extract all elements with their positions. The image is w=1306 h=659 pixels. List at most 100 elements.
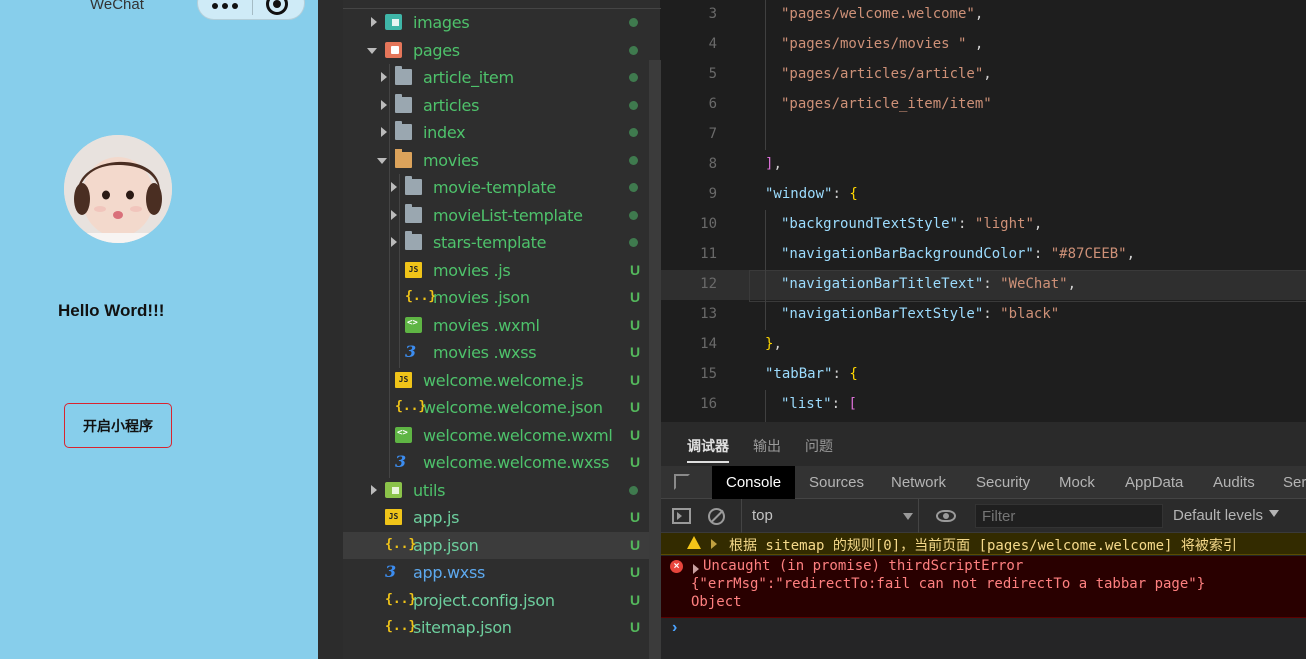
- git-untracked-badge: U: [630, 261, 641, 278]
- clear-console-icon[interactable]: [708, 508, 725, 525]
- tree-item-label: welcome.welcome.js: [423, 370, 584, 390]
- error-detail: {"errMsg":"redirectTo:fail can not redir…: [691, 576, 1206, 592]
- code-line[interactable]: 13 "navigationBarTextStyle": "black": [661, 300, 1306, 330]
- tree-item[interactable]: 3 app.wxss U: [343, 559, 649, 586]
- tab-security-overflow[interactable]: Ser: [1283, 466, 1306, 499]
- chevron-down-icon: [1269, 510, 1280, 517]
- console-error[interactable]: × Uncaught (in promise) thirdScriptError…: [661, 556, 1306, 618]
- capsule-menu[interactable]: [197, 0, 305, 20]
- inspect-element-icon[interactable]: [674, 474, 690, 490]
- code-line[interactable]: 7: [661, 120, 1306, 150]
- git-untracked-badge: U: [630, 509, 641, 525]
- tree-item[interactable]: JS app.js U: [343, 504, 649, 531]
- code-line[interactable]: 10 "backgroundTextStyle": "light",: [661, 210, 1306, 240]
- js-file-icon: JS: [395, 371, 412, 388]
- code-line[interactable]: 11 "navigationBarBackgroundColor": "#87CE…: [661, 240, 1306, 270]
- tree-item[interactable]: images: [343, 9, 649, 36]
- chevron-right-icon[interactable]: [371, 17, 377, 27]
- tree-item-label: pages: [413, 40, 460, 60]
- line-number: 15: [700, 366, 717, 382]
- tab-sources[interactable]: Sources: [809, 466, 864, 499]
- close-miniprogram-icon[interactable]: [266, 0, 288, 15]
- tree-item-label: welcome.welcome.wxss: [423, 453, 610, 472]
- js-file-icon: JS: [385, 509, 402, 525]
- tree-item-label: movie-template: [433, 178, 556, 197]
- tree-item-label: welcome.welcome.wxml: [423, 425, 613, 445]
- context-selector[interactable]: top: [741, 499, 919, 533]
- tab-security[interactable]: Security: [976, 466, 1030, 499]
- tab-appdata[interactable]: AppData: [1125, 466, 1183, 499]
- json-file-icon: {..}: [405, 289, 437, 304]
- live-expression-eye-icon[interactable]: [936, 510, 956, 522]
- console-filter-input[interactable]: [975, 504, 1163, 528]
- code-text: "pages/articles/article",: [781, 66, 992, 82]
- open-miniprogram-button[interactable]: 开启小程序: [64, 403, 172, 448]
- tree-item[interactable]: {..} app.json U: [343, 531, 649, 559]
- error-object[interactable]: Object: [691, 594, 742, 610]
- tab-output[interactable]: 输出: [753, 436, 781, 456]
- json-file-icon: {..}: [385, 536, 417, 552]
- git-untracked-badge: U: [630, 371, 641, 388]
- line-number: 14: [700, 336, 717, 352]
- chevron-right-icon[interactable]: [391, 209, 397, 220]
- explorer-scrollbar[interactable]: [649, 60, 661, 659]
- chevron-down-icon[interactable]: [377, 157, 387, 164]
- git-untracked-badge: U: [630, 426, 641, 443]
- console-prompt[interactable]: ›: [672, 619, 677, 637]
- expand-arrow-icon[interactable]: [711, 539, 717, 549]
- more-icon[interactable]: [212, 3, 238, 9]
- tab-problems[interactable]: 问题: [805, 436, 833, 456]
- tree-item-label: articles: [423, 95, 480, 115]
- chevron-right-icon[interactable]: [391, 182, 397, 192]
- pages-folder-icon: [385, 41, 402, 58]
- line-number: 10: [700, 216, 717, 232]
- panel-gutter: [318, 0, 343, 659]
- tree-item[interactable]: pages: [343, 37, 649, 64]
- chevron-right-icon[interactable]: [381, 72, 387, 82]
- tree-item[interactable]: {..} sitemap.json U: [343, 614, 649, 641]
- code-line[interactable]: 8],: [661, 150, 1306, 180]
- code-text: "tabBar": {: [765, 366, 858, 382]
- devtools-tabbar: Console Sources Network Security Mock Ap…: [661, 466, 1306, 499]
- git-untracked-badge: U: [630, 564, 641, 580]
- code-line[interactable]: 12 "navigationBarTitleText": "WeChat",: [661, 270, 1306, 302]
- tree-item-label: index: [423, 123, 466, 142]
- chevron-right-icon[interactable]: [391, 237, 397, 247]
- expand-arrow-icon[interactable]: [693, 564, 699, 574]
- folder-icon: [395, 121, 412, 140]
- tab-audits[interactable]: Audits: [1213, 466, 1255, 499]
- code-line[interactable]: 15 "tabBar": {: [661, 360, 1306, 390]
- git-untracked-badge: U: [630, 399, 641, 415]
- chevron-down-icon[interactable]: [367, 47, 377, 54]
- code-line[interactable]: 4 "pages/movies/movies " ,: [661, 30, 1306, 60]
- tree-item-label: app.js: [413, 508, 460, 527]
- chevron-right-icon[interactable]: [381, 127, 387, 137]
- tree-item[interactable]: {..} project.config.json U: [343, 587, 649, 614]
- capsule-divider: [252, 0, 253, 15]
- log-levels-dropdown[interactable]: Default levels: [1173, 507, 1280, 524]
- show-sidebar-icon[interactable]: [672, 508, 691, 524]
- code-editor[interactable]: 3 "pages/welcome.welcome", 4 "pages/movies/…: [661, 0, 1306, 422]
- utils-folder-icon: [385, 481, 402, 498]
- code-text: "pages/welcome.welcome",: [781, 6, 984, 22]
- code-text: "navigationBarTitleText": "WeChat",: [781, 276, 1077, 292]
- console-warning[interactable]: 根据 sitemap 的规则[0]，当前页面 [pages/welcome.we…: [661, 533, 1306, 555]
- tree-item-label: utils: [413, 480, 446, 500]
- code-line[interactable]: 9 "window": {: [661, 180, 1306, 210]
- code-line[interactable]: 5 "pages/articles/article",: [661, 60, 1306, 90]
- code-line[interactable]: 3 "pages/welcome.welcome",: [661, 0, 1306, 30]
- file-explorer: images pages article_item articles index movi…: [343, 0, 661, 659]
- tab-mock[interactable]: Mock: [1059, 466, 1095, 499]
- code-line[interactable]: 16 "list": [: [661, 390, 1306, 420]
- tab-network[interactable]: Network: [891, 466, 946, 499]
- tab-debugger[interactable]: 调试器: [687, 436, 729, 463]
- git-untracked-badge: U: [630, 591, 641, 608]
- js-file-icon: JS: [405, 261, 422, 278]
- chevron-right-icon[interactable]: [381, 99, 387, 110]
- tree-item-label: sitemap.json: [413, 618, 512, 637]
- tab-console[interactable]: Console: [712, 466, 796, 499]
- code-line[interactable]: 6 "pages/article_item/item": [661, 90, 1306, 120]
- chevron-right-icon[interactable]: [371, 484, 377, 495]
- tree-item[interactable]: utils: [343, 477, 649, 504]
- code-line[interactable]: 14},: [661, 330, 1306, 360]
